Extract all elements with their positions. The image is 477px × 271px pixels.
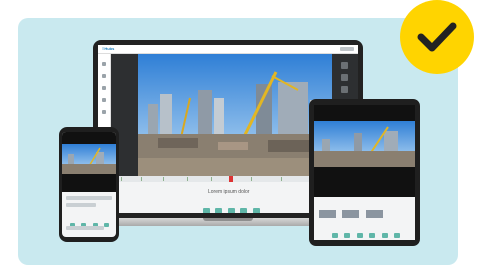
timeline-mark [251, 177, 252, 181]
app-logo: ≡Hubs [102, 46, 115, 51]
control-button[interactable] [369, 233, 376, 238]
tablet-dark-panel [314, 167, 415, 197]
phone-screen [62, 132, 116, 237]
control-button[interactable] [381, 233, 388, 238]
control-button[interactable] [215, 208, 223, 213]
thumbnail[interactable] [342, 210, 360, 218]
success-badge [400, 0, 474, 74]
timeline-mark [141, 177, 142, 181]
photo-caption: Lorem ipsum dolor [208, 189, 250, 195]
control-button[interactable] [394, 233, 401, 238]
sidebar-icon[interactable] [102, 110, 106, 114]
construction-site-photo[interactable] [138, 54, 332, 176]
topbar-actions[interactable] [340, 47, 354, 51]
control-button[interactable] [203, 208, 210, 213]
list-item[interactable] [66, 226, 104, 230]
laptop-notch [203, 218, 253, 221]
control-button[interactable] [104, 223, 110, 227]
timeline-mark [187, 177, 188, 181]
sidebar-icon[interactable] [102, 62, 106, 66]
thumbnail[interactable] [365, 210, 383, 218]
tablet-device [309, 99, 420, 246]
timeline-mark [121, 177, 122, 181]
construction-site-photo[interactable] [62, 144, 116, 174]
timeline-playhead[interactable] [229, 176, 233, 182]
control-button[interactable] [356, 233, 363, 238]
timeline-mark [163, 177, 164, 181]
checkmark-icon [417, 22, 457, 52]
viewer-tool-icon[interactable] [341, 62, 348, 69]
list-item[interactable] [66, 196, 112, 200]
timeline-mark [281, 177, 282, 181]
playback-controls [332, 225, 402, 240]
control-button[interactable] [332, 233, 338, 238]
control-button[interactable] [227, 208, 235, 213]
sidebar-icon[interactable] [102, 98, 106, 102]
phone-top-bar [62, 132, 116, 144]
construction-site-photo[interactable] [314, 121, 415, 167]
sidebar-icon[interactable] [102, 74, 106, 78]
list-item[interactable] [66, 203, 96, 207]
phone-device [59, 127, 119, 242]
thumbnail[interactable] [319, 210, 336, 218]
app-topbar: ≡Hubs [98, 45, 358, 54]
control-button[interactable] [240, 208, 248, 213]
playback-controls [203, 201, 273, 213]
tablet-top-bar [314, 105, 415, 121]
phone-dark-panel [62, 174, 116, 192]
tablet-screen [314, 105, 415, 240]
viewer-tool-icon[interactable] [341, 86, 348, 93]
control-button[interactable] [252, 208, 260, 213]
viewer-tool-icon[interactable] [341, 74, 348, 81]
timeline-mark [211, 177, 212, 181]
control-button[interactable] [344, 233, 351, 238]
thumbnail-row [319, 205, 385, 223]
sidebar-icon[interactable] [102, 86, 106, 90]
